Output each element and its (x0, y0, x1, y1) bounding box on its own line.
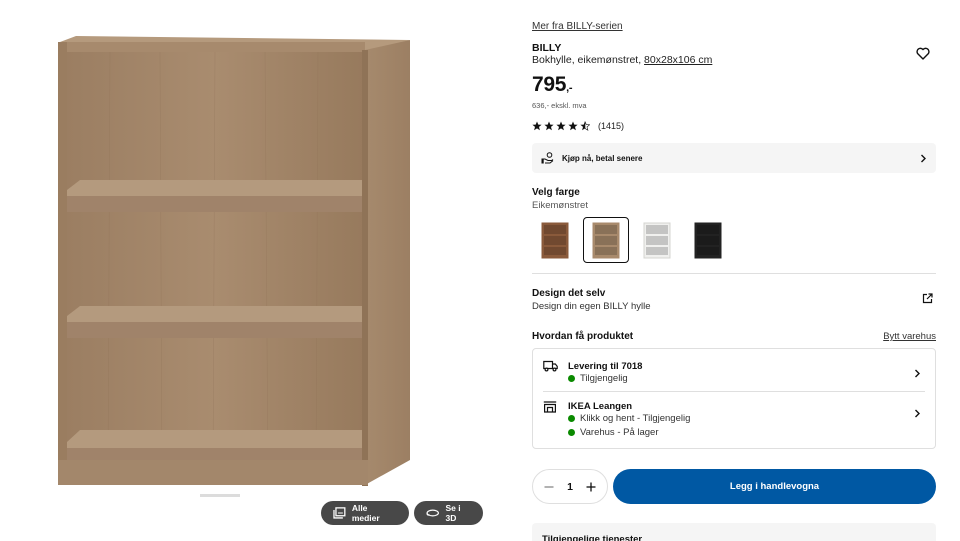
minus-icon[interactable] (544, 482, 554, 492)
truck-icon (543, 360, 558, 372)
store-status-pickup: Klikk og hent - Tilgjengelig (568, 413, 690, 424)
rating[interactable]: (1415) (532, 121, 624, 131)
bookshelf-thumbnail (592, 222, 620, 258)
chevron-right-icon (915, 369, 920, 378)
color-swatch-white[interactable] (634, 217, 680, 263)
color-swatch-oak[interactable] (583, 217, 629, 263)
design-title[interactable]: Design det selv (532, 288, 605, 299)
change-store-link[interactable]: Bytt varehus (883, 331, 936, 342)
add-to-cart-button[interactable]: Legg i handlevogna (613, 469, 936, 504)
selected-color: Eikemønstret (532, 200, 588, 211)
all-media-label: Alle medier (351, 503, 380, 523)
bookshelf-thumbnail (694, 222, 722, 258)
color-swatch-brown[interactable] (532, 217, 578, 263)
quantity-stepper: 1 (532, 469, 608, 504)
home-delivery-status: Tilgjengelig (568, 373, 628, 384)
rotate-3d-icon (426, 509, 439, 517)
home-delivery-title: Levering til 7018 (568, 361, 643, 372)
home-delivery-status-text: Tilgjengelig (580, 373, 628, 384)
heart-icon[interactable] (916, 47, 930, 60)
bookshelf-image[interactable] (50, 30, 420, 500)
chevron-right-icon (921, 154, 926, 162)
product-description-text: Bokhylle, eikemønstret, (532, 54, 642, 66)
star-icon (556, 121, 566, 131)
quantity-value[interactable]: 1 (567, 481, 573, 493)
price-suffix: ,- (566, 82, 573, 94)
color-title: Velg farge (532, 187, 580, 198)
gallery-icon (333, 507, 346, 519)
available-dot (568, 429, 575, 436)
review-count: (1415) (598, 121, 625, 131)
external-link-icon[interactable] (922, 293, 933, 304)
store-status-stock-text: Varehus - På lager (580, 427, 659, 438)
price: 795,- (532, 73, 573, 97)
price-value: 795 (532, 73, 567, 96)
bookshelf-thumbnail (541, 222, 569, 258)
available-dot (568, 375, 575, 382)
all-media-button[interactable]: Alle medier (321, 501, 409, 525)
half-star-icon (580, 121, 590, 131)
bookshelf-thumbnail (643, 222, 671, 258)
store-title: IKEA Leangen (568, 401, 633, 412)
price-ex-vat: 636,- ekskl. mva (532, 101, 587, 110)
delivery-options: Levering til 7018 Tilgjengelig IKEA Lean… (532, 348, 936, 449)
view-3d-button[interactable]: Se i 3D (414, 501, 483, 525)
product-media: Alle medier Se i 3D (0, 0, 500, 541)
store-status-stock: Varehus - På lager (568, 427, 659, 438)
series-link[interactable]: Mer fra BILLY-serien (532, 21, 623, 32)
delivery-title: Hvordan få produktet (532, 331, 634, 342)
chevron-right-icon (915, 409, 920, 418)
design-subtitle[interactable]: Design din egen BILLY hylle (532, 301, 650, 312)
product-description: Bokhylle, eikemønstret, 80x28x106 cm (532, 54, 712, 66)
product-name: BILLY (532, 42, 562, 54)
available-services[interactable]: Tilgjengelige tjenester (532, 523, 936, 541)
store-pickup-option[interactable]: IKEA Leangen Klikk og hent - Tilgjengeli… (533, 392, 935, 449)
hand-coin-icon (541, 152, 554, 164)
product-dimensions-link[interactable]: 80x28x106 cm (644, 54, 712, 66)
store-icon (543, 401, 557, 413)
pay-later-banner[interactable]: Kjøp nå, betal senere (532, 143, 936, 173)
plus-icon[interactable] (586, 482, 596, 492)
divider (532, 273, 936, 274)
pay-later-label: Kjøp nå, betal senere (562, 153, 643, 163)
store-status-pickup-text: Klikk og hent - Tilgjengelig (580, 413, 691, 424)
star-icon (532, 121, 542, 131)
color-swatch-black[interactable] (685, 217, 731, 263)
home-delivery-option[interactable]: Levering til 7018 Tilgjengelig (533, 349, 935, 391)
star-icon (568, 121, 578, 131)
available-dot (568, 415, 575, 422)
star-icon (544, 121, 554, 131)
view-3d-label: Se i 3D (445, 503, 461, 523)
